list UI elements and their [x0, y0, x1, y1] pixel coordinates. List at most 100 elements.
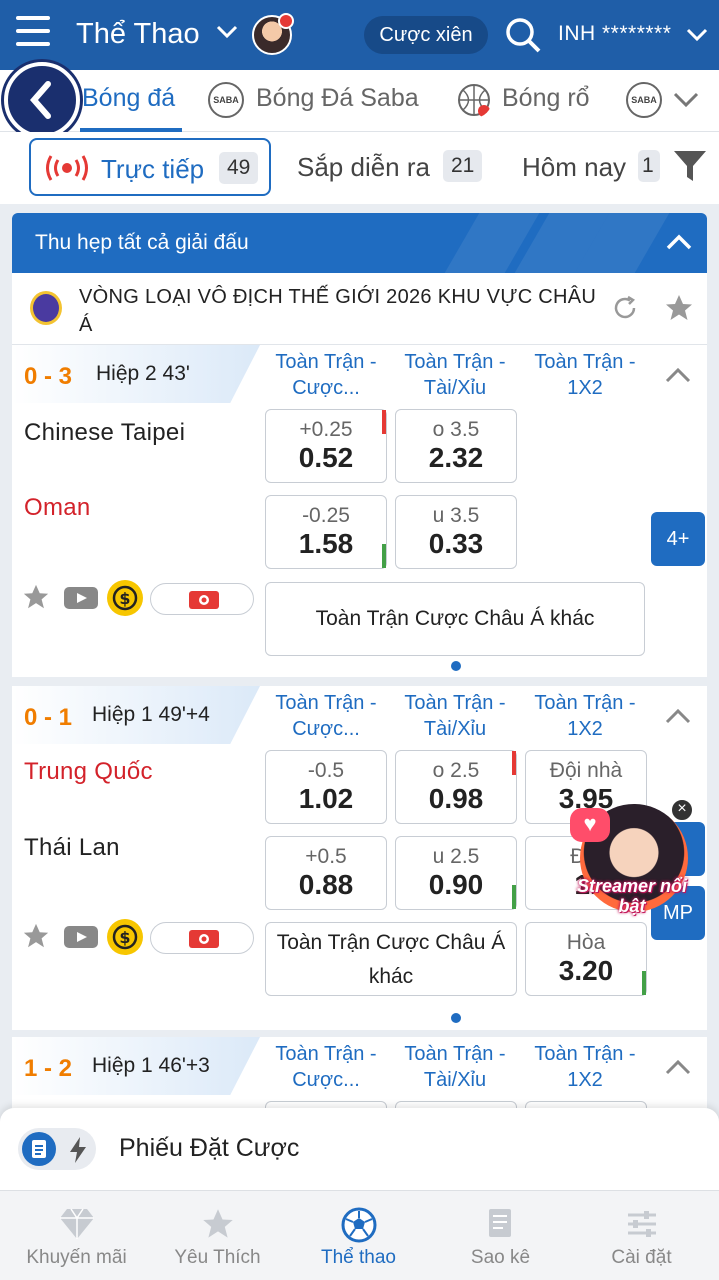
nav-promotions[interactable]: Khuyến mãi: [5, 1191, 148, 1280]
time-filter-row: Trực tiếp 49 Sắp diễn ra 21 Hôm nay 1: [0, 132, 719, 204]
today-filter-button[interactable]: Hôm nay: [522, 152, 626, 183]
nav-sports[interactable]: Thể thao: [287, 1191, 430, 1280]
league-header[interactable]: VÒNG LOẠI VÔ ĐỊCH THẾ GIỚI 2026 KHU VỰC …: [12, 273, 707, 345]
svg-text:$: $: [119, 589, 130, 608]
other-asian-markets-button[interactable]: Toàn Trận Cược Châu Á khác: [265, 582, 645, 656]
live-stream-button[interactable]: [150, 583, 254, 615]
sport-title[interactable]: Thể Thao: [76, 18, 200, 51]
chevron-down-icon[interactable]: [686, 27, 708, 43]
saba-basketball-icon[interactable]: SABA: [626, 82, 662, 118]
chevron-down-icon[interactable]: [672, 90, 700, 110]
away-team-name: Thái Lan: [24, 834, 120, 861]
nav-settings[interactable]: Cài đặt: [570, 1191, 713, 1280]
heart-icon: ♥: [570, 808, 610, 842]
diamond-icon: [60, 1208, 94, 1239]
saba-soccer-icon: SABA: [208, 82, 244, 118]
handicap-away-odds[interactable]: -0.25 1.58: [265, 495, 387, 569]
chevron-up-icon[interactable]: [665, 231, 693, 253]
live-broadcast-icon: [46, 155, 88, 181]
bet-slip-toggle[interactable]: [18, 1128, 96, 1170]
favorite-star-icon[interactable]: [22, 922, 50, 950]
close-icon[interactable]: ×: [670, 798, 694, 822]
under-odds[interactable]: u 3.5 0.33: [395, 495, 517, 569]
live-count: 49: [219, 152, 259, 184]
tab-football[interactable]: Bóng đá: [82, 84, 175, 113]
column-header-handicap: Toàn Trận - Cược...: [275, 351, 377, 399]
chevron-up-icon[interactable]: [664, 706, 692, 726]
search-icon[interactable]: [504, 16, 542, 54]
statement-icon: [489, 1209, 511, 1237]
over-odds[interactable]: o 3.5 2.32: [395, 409, 517, 483]
handicap-home-odds[interactable]: +0.25 0.52: [265, 409, 387, 483]
favorite-star-icon[interactable]: [22, 583, 50, 611]
star-icon[interactable]: [664, 293, 694, 323]
other-asian-markets-button[interactable]: Toàn Trận Cược Châu Á khác: [265, 922, 517, 996]
bottom-navigation: Khuyến mãi Yêu Thích Thể thao Sao kê Cài…: [0, 1190, 719, 1280]
upcoming-count: 21: [443, 150, 483, 182]
featured-streamer-bubble[interactable]: ♥ Streamer nổi bật ×: [570, 798, 694, 928]
match-card: 0 - 3 Hiệp 2 43' Toàn Trận - Cược... Toà…: [12, 345, 707, 677]
video-icon[interactable]: [64, 587, 98, 609]
star-icon: [203, 1209, 233, 1238]
cashout-icon[interactable]: $: [106, 918, 144, 956]
league-name: VÒNG LOẠI VÔ ĐỊCH THẾ GIỚI 2026 KHU VỰC …: [79, 286, 597, 336]
pager-dot: [451, 661, 461, 671]
chevron-down-icon[interactable]: [216, 24, 238, 40]
home-team-name: Trung Quốc: [24, 758, 153, 785]
refresh-icon[interactable]: [612, 295, 638, 321]
live-filter-button[interactable]: Trực tiếp 49: [29, 138, 271, 196]
match-period: Hiệp 1 46'+3: [92, 1054, 210, 1077]
match-card: 1 - 2 Hiệp 1 46'+3 Toàn Trận - Cược... T…: [12, 1037, 707, 1117]
collapse-all-label: Thu hẹp tất cả giải đấu: [35, 231, 249, 254]
away-team-name: Oman: [24, 494, 91, 521]
upcoming-filter-button[interactable]: Sắp diễn ra: [297, 152, 430, 183]
nav-statement[interactable]: Sao kê: [429, 1191, 572, 1280]
filter-funnel-icon[interactable]: [672, 148, 708, 184]
chevron-left-icon: [30, 81, 51, 119]
1x2-draw-odds[interactable]: Hòa 3.20: [525, 922, 647, 996]
tab-basketball[interactable]: Bóng rổ: [502, 84, 590, 113]
column-header-over-under: Toàn Trận - Tài/Xỉu: [404, 351, 506, 399]
tab-saba-football[interactable]: Bóng Đá Saba: [256, 84, 419, 113]
over-odds[interactable]: o 2.5 0.98: [395, 750, 517, 824]
lightning-icon: [70, 1137, 86, 1163]
video-icon[interactable]: [64, 926, 98, 948]
today-count: 1: [638, 150, 660, 182]
league-logo-icon: [30, 291, 62, 325]
parlay-button[interactable]: Cược xiên: [364, 16, 488, 54]
settings-icon: [628, 1211, 656, 1237]
handicap-away-odds[interactable]: +0.5 0.88: [265, 836, 387, 910]
match-period: Hiệp 1 49'+4: [92, 703, 210, 726]
column-header-over-under: Toàn Trận - Tài/Xỉu: [404, 692, 506, 740]
match-period: Hiệp 2 43': [96, 362, 190, 385]
column-header-1x2: Toàn Trận - 1X2: [534, 692, 636, 740]
column-header-handicap: Toàn Trận - Cược...: [275, 1043, 377, 1091]
menu-icon[interactable]: [16, 16, 50, 52]
document-icon: [22, 1132, 56, 1166]
username[interactable]: INH ********: [558, 22, 671, 46]
svg-text:$: $: [119, 928, 130, 947]
column-header-over-under: Toàn Trận - Tài/Xỉu: [404, 1043, 506, 1091]
match-score: 1 - 2: [24, 1055, 73, 1082]
home-team-name: Chinese Taipei: [24, 419, 186, 446]
match-score: 0 - 3: [24, 363, 73, 390]
back-button[interactable]: [4, 62, 80, 138]
chevron-up-icon[interactable]: [664, 365, 692, 385]
cashout-icon[interactable]: $: [106, 579, 144, 617]
more-markets-button[interactable]: 4+: [651, 512, 705, 566]
match-score: 0 - 1: [24, 704, 73, 731]
top-header: Thể Thao Cược xiên INH ********: [0, 0, 719, 70]
live-filter-label: Trực tiếp: [101, 154, 205, 184]
sport-tabs: Bóng đá SABA Bóng Đá Saba Bóng rổ SABA: [0, 62, 719, 138]
nav-favorites[interactable]: Yêu Thích: [146, 1191, 289, 1280]
soccer-ball-icon: [341, 1207, 377, 1243]
handicap-home-odds[interactable]: -0.5 1.02: [265, 750, 387, 824]
streamer-avatar[interactable]: [252, 13, 294, 55]
bet-slip-label: Phiếu Đặt Cược: [119, 1134, 300, 1162]
under-odds[interactable]: u 2.5 0.90: [395, 836, 517, 910]
bet-slip-bar[interactable]: Phiếu Đặt Cược: [0, 1108, 719, 1190]
live-stream-button[interactable]: [150, 922, 254, 954]
column-header-1x2: Toàn Trận - 1X2: [534, 351, 636, 399]
chevron-up-icon[interactable]: [664, 1057, 692, 1077]
collapse-all-bar[interactable]: Thu hẹp tất cả giải đấu: [12, 213, 707, 273]
